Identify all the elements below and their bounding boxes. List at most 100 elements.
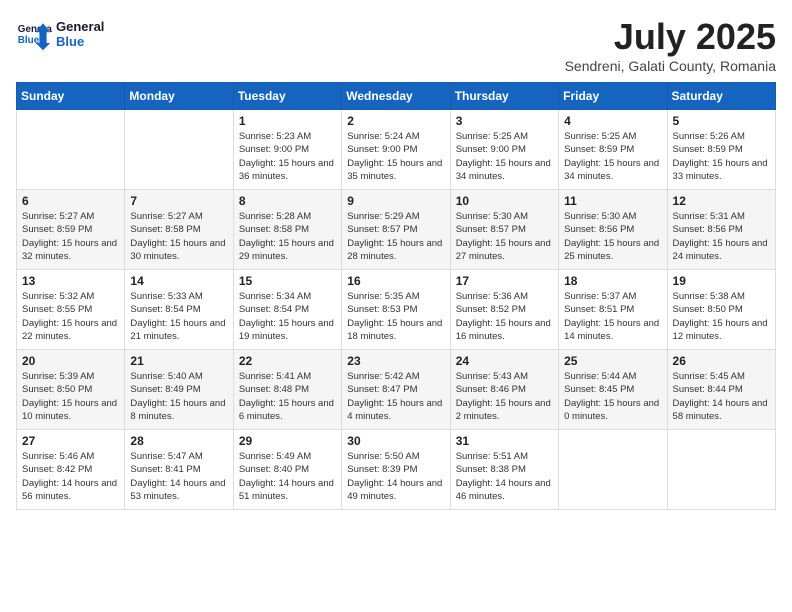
calendar-cell — [667, 430, 775, 510]
day-number: 20 — [22, 354, 119, 368]
day-number: 11 — [564, 194, 661, 208]
calendar-cell: 8 Sunrise: 5:28 AM Sunset: 8:58 PM Daylig… — [233, 190, 341, 270]
weekday-header: Friday — [559, 83, 667, 110]
calendar-cell: 2Sunrise: 5:24 AM Sunset: 9:00 PM Daylig… — [342, 110, 450, 190]
calendar-cell: 11 Sunrise: 5:30 AM Sunset: 8:56 PM Dayli… — [559, 190, 667, 270]
calendar-cell: 13 Sunrise: 5:32 AM Sunset: 8:55 PM Dayli… — [17, 270, 125, 350]
month-title: July 2025 — [565, 16, 776, 58]
day-number: 23 — [347, 354, 444, 368]
location-title: Sendreni, Galati County, Romania — [565, 58, 776, 74]
svg-text:Blue: Blue — [18, 35, 40, 46]
day-info: Sunrise: 5:49 AM Sunset: 8:40 PM Dayligh… — [239, 450, 336, 503]
day-number: 28 — [130, 434, 227, 448]
calendar-cell: 17 Sunrise: 5:36 AM Sunset: 8:52 PM Dayli… — [450, 270, 558, 350]
day-number: 5 — [673, 114, 770, 128]
calendar-table: SundayMondayTuesdayWednesdayThursdayFrid… — [16, 82, 776, 510]
day-number: 13 — [22, 274, 119, 288]
day-number: 19 — [673, 274, 770, 288]
calendar-cell: 7Sunrise: 5:27 AM Sunset: 8:58 PM Daylig… — [125, 190, 233, 270]
day-info: Sunrise: 5:40 AM Sunset: 8:49 PM Dayligh… — [130, 370, 227, 423]
day-info: Sunrise: 5:43 AM Sunset: 8:46 PM Dayligh… — [456, 370, 553, 423]
day-info: Sunrise: 5:36 AM Sunset: 8:52 PM Dayligh… — [456, 290, 553, 343]
calendar-cell — [17, 110, 125, 190]
day-number: 26 — [673, 354, 770, 368]
weekday-header: Monday — [125, 83, 233, 110]
day-info: Sunrise: 5:23 AM Sunset: 9:00 PM Dayligh… — [239, 130, 336, 183]
day-info: Sunrise: 5:39 AM Sunset: 8:50 PM Dayligh… — [22, 370, 119, 423]
calendar-cell: 24Sunrise: 5:43 AM Sunset: 8:46 PM Dayli… — [450, 350, 558, 430]
calendar-cell: 10 Sunrise: 5:30 AM Sunset: 8:57 PM Dayli… — [450, 190, 558, 270]
day-number: 1 — [239, 114, 336, 128]
title-area: July 2025 Sendreni, Galati County, Roman… — [565, 16, 776, 74]
calendar-cell: 19 Sunrise: 5:38 AM Sunset: 8:50 PM Dayli… — [667, 270, 775, 350]
day-info: Sunrise: 5:31 AM Sunset: 8:56 PM Dayligh… — [673, 210, 770, 263]
calendar-week-row: 6Sunrise: 5:27 AM Sunset: 8:59 PM Daylig… — [17, 190, 776, 270]
calendar-week-row: 1 Sunrise: 5:23 AM Sunset: 9:00 PM Daylig… — [17, 110, 776, 190]
calendar-cell: 23 Sunrise: 5:42 AM Sunset: 8:47 PM Dayli… — [342, 350, 450, 430]
calendar-cell: 21 Sunrise: 5:40 AM Sunset: 8:49 PM Dayli… — [125, 350, 233, 430]
day-info: Sunrise: 5:30 AM Sunset: 8:56 PM Dayligh… — [564, 210, 661, 263]
header: General Blue General Blue July 2025 Send… — [16, 16, 776, 74]
day-info: Sunrise: 5:34 AM Sunset: 8:54 PM Dayligh… — [239, 290, 336, 343]
calendar-cell: 3 Sunrise: 5:25 AM Sunset: 9:00 PM Daylig… — [450, 110, 558, 190]
logo-icon: General Blue — [16, 16, 52, 52]
calendar-cell: 14 Sunrise: 5:33 AM Sunset: 8:54 PM Dayli… — [125, 270, 233, 350]
calendar-cell: 16Sunrise: 5:35 AM Sunset: 8:53 PM Dayli… — [342, 270, 450, 350]
day-info: Sunrise: 5:30 AM Sunset: 8:57 PM Dayligh… — [456, 210, 553, 263]
day-info: Sunrise: 5:25 AM Sunset: 8:59 PM Dayligh… — [564, 130, 661, 183]
weekday-header: Sunday — [17, 83, 125, 110]
day-number: 10 — [456, 194, 553, 208]
calendar-week-row: 13 Sunrise: 5:32 AM Sunset: 8:55 PM Dayli… — [17, 270, 776, 350]
calendar-cell: 18Sunrise: 5:37 AM Sunset: 8:51 PM Dayli… — [559, 270, 667, 350]
day-info: Sunrise: 5:35 AM Sunset: 8:53 PM Dayligh… — [347, 290, 444, 343]
day-number: 31 — [456, 434, 553, 448]
logo: General Blue General Blue — [16, 16, 104, 52]
calendar-cell: 30Sunrise: 5:50 AM Sunset: 8:39 PM Dayli… — [342, 430, 450, 510]
calendar-cell: 15 Sunrise: 5:34 AM Sunset: 8:54 PM Dayli… — [233, 270, 341, 350]
calendar-cell: 27Sunrise: 5:46 AM Sunset: 8:42 PM Dayli… — [17, 430, 125, 510]
calendar-cell: 4 Sunrise: 5:25 AM Sunset: 8:59 PM Daylig… — [559, 110, 667, 190]
logo-general-text: General — [56, 19, 104, 34]
day-info: Sunrise: 5:29 AM Sunset: 8:57 PM Dayligh… — [347, 210, 444, 263]
day-info: Sunrise: 5:27 AM Sunset: 8:59 PM Dayligh… — [22, 210, 119, 263]
day-number: 21 — [130, 354, 227, 368]
day-number: 8 — [239, 194, 336, 208]
calendar-cell: 1 Sunrise: 5:23 AM Sunset: 9:00 PM Daylig… — [233, 110, 341, 190]
day-number: 2 — [347, 114, 444, 128]
calendar-cell: 12 Sunrise: 5:31 AM Sunset: 8:56 PM Dayli… — [667, 190, 775, 270]
calendar-cell: 31 Sunrise: 5:51 AM Sunset: 8:38 PM Dayli… — [450, 430, 558, 510]
calendar-cell — [125, 110, 233, 190]
calendar-cell: 5 Sunrise: 5:26 AM Sunset: 8:59 PM Daylig… — [667, 110, 775, 190]
day-number: 12 — [673, 194, 770, 208]
day-info: Sunrise: 5:33 AM Sunset: 8:54 PM Dayligh… — [130, 290, 227, 343]
day-info: Sunrise: 5:42 AM Sunset: 8:47 PM Dayligh… — [347, 370, 444, 423]
calendar-cell: 20 Sunrise: 5:39 AM Sunset: 8:50 PM Dayli… — [17, 350, 125, 430]
day-number: 14 — [130, 274, 227, 288]
day-number: 17 — [456, 274, 553, 288]
calendar-cell: 22Sunrise: 5:41 AM Sunset: 8:48 PM Dayli… — [233, 350, 341, 430]
calendar-cell: 25Sunrise: 5:44 AM Sunset: 8:45 PM Dayli… — [559, 350, 667, 430]
day-info: Sunrise: 5:47 AM Sunset: 8:41 PM Dayligh… — [130, 450, 227, 503]
weekday-header: Thursday — [450, 83, 558, 110]
calendar-cell: 6Sunrise: 5:27 AM Sunset: 8:59 PM Daylig… — [17, 190, 125, 270]
calendar-cell: 26Sunrise: 5:45 AM Sunset: 8:44 PM Dayli… — [667, 350, 775, 430]
day-info: Sunrise: 5:44 AM Sunset: 8:45 PM Dayligh… — [564, 370, 661, 423]
day-info: Sunrise: 5:46 AM Sunset: 8:42 PM Dayligh… — [22, 450, 119, 503]
calendar-cell — [559, 430, 667, 510]
calendar-cell: 9Sunrise: 5:29 AM Sunset: 8:57 PM Daylig… — [342, 190, 450, 270]
weekday-header: Wednesday — [342, 83, 450, 110]
day-info: Sunrise: 5:26 AM Sunset: 8:59 PM Dayligh… — [673, 130, 770, 183]
calendar-cell: 28 Sunrise: 5:47 AM Sunset: 8:41 PM Dayli… — [125, 430, 233, 510]
day-number: 15 — [239, 274, 336, 288]
day-info: Sunrise: 5:28 AM Sunset: 8:58 PM Dayligh… — [239, 210, 336, 263]
day-info: Sunrise: 5:25 AM Sunset: 9:00 PM Dayligh… — [456, 130, 553, 183]
logo-blue-text: Blue — [56, 34, 104, 49]
calendar-cell: 29Sunrise: 5:49 AM Sunset: 8:40 PM Dayli… — [233, 430, 341, 510]
day-number: 4 — [564, 114, 661, 128]
weekday-header: Tuesday — [233, 83, 341, 110]
day-info: Sunrise: 5:32 AM Sunset: 8:55 PM Dayligh… — [22, 290, 119, 343]
day-info: Sunrise: 5:38 AM Sunset: 8:50 PM Dayligh… — [673, 290, 770, 343]
day-number: 3 — [456, 114, 553, 128]
day-info: Sunrise: 5:51 AM Sunset: 8:38 PM Dayligh… — [456, 450, 553, 503]
calendar-week-row: 27Sunrise: 5:46 AM Sunset: 8:42 PM Dayli… — [17, 430, 776, 510]
